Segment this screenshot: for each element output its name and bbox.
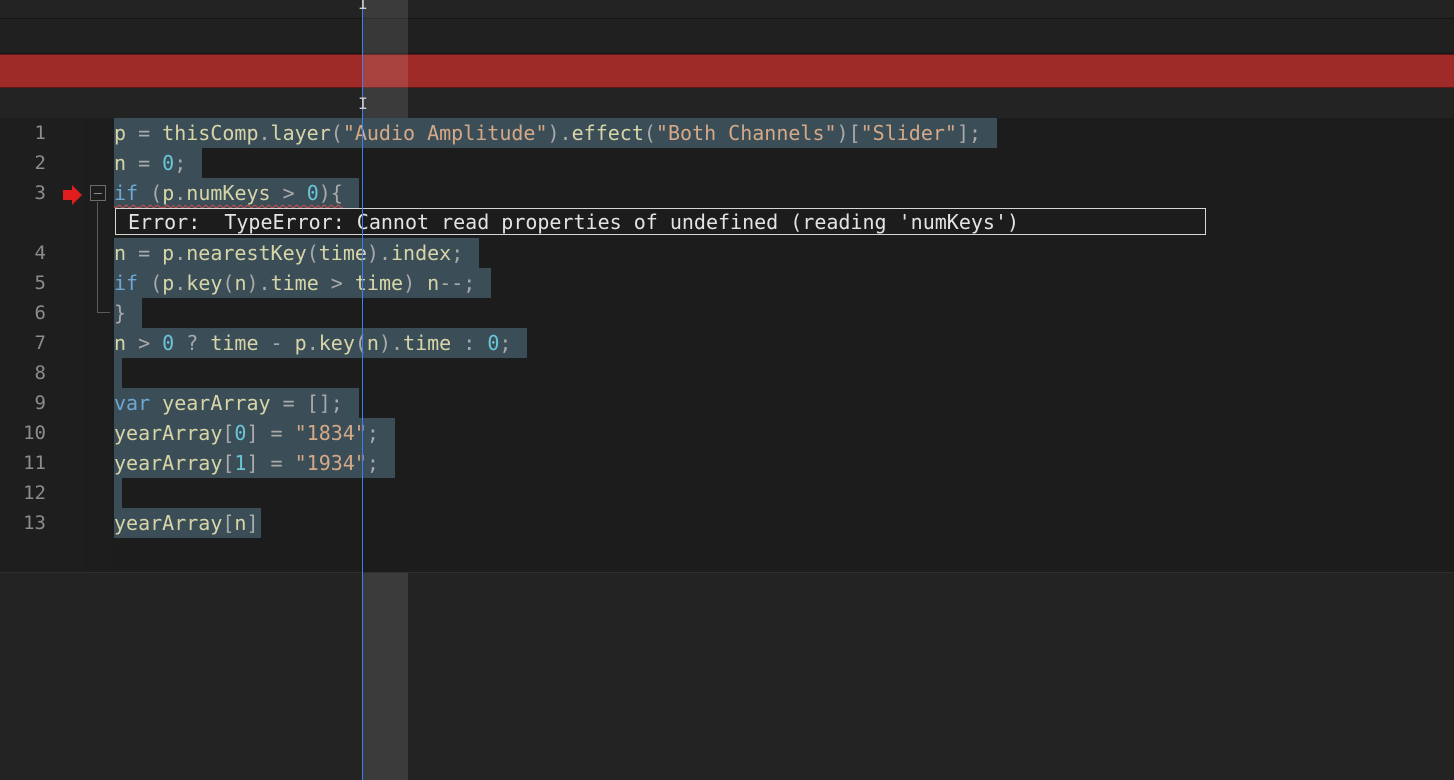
- code-text[interactable]: n > 0 ? time - p.key(n).time : 0;: [114, 328, 528, 358]
- line-number: 13: [23, 512, 46, 534]
- line-number: 4: [34, 242, 46, 264]
- line-number: 6: [34, 302, 46, 324]
- code-text[interactable]: yearArray[n]: [114, 508, 261, 538]
- line-number: 8: [34, 362, 46, 384]
- line-number: 3: [34, 182, 46, 204]
- line-number: 2: [34, 152, 46, 174]
- code-line[interactable]: 1 p = thisComp.layer("Audio Amplitude").…: [0, 118, 1454, 148]
- code-line[interactable]: 6 }: [0, 298, 1454, 328]
- code-line[interactable]: 4 n = p.nearestKey(time).index;: [0, 238, 1454, 268]
- line-number: 9: [34, 392, 46, 414]
- playhead-line[interactable]: [362, 0, 363, 780]
- code-text[interactable]: }: [114, 298, 143, 328]
- code-text[interactable]: n = 0;: [114, 148, 203, 178]
- code-text[interactable]: if (p.key(n).time > time) n--;: [114, 268, 492, 298]
- timeline-track-top: [0, 0, 1454, 19]
- code-line[interactable]: 12: [0, 478, 1454, 508]
- code-line[interactable]: 2 n = 0;: [0, 148, 1454, 178]
- code-line[interactable]: 7 n > 0 ? time - p.key(n).time : 0;: [0, 328, 1454, 358]
- code-text[interactable]: [114, 478, 122, 508]
- line-number: 10: [23, 422, 46, 444]
- code-text[interactable]: [114, 358, 122, 388]
- timeline-track-empty: [0, 19, 1454, 54]
- code-text[interactable]: yearArray[0] = "1834";: [114, 418, 395, 448]
- code-line[interactable]: 5 if (p.key(n).time > time) n--;: [0, 268, 1454, 298]
- code-line[interactable]: 13 yearArray[n]: [0, 508, 1454, 538]
- code-line[interactable]: 8: [0, 358, 1454, 388]
- ibeam-cursor-icon: I: [358, 94, 368, 113]
- line-number: 11: [23, 452, 46, 474]
- code-line[interactable]: 9 var yearArray = [];: [0, 388, 1454, 418]
- timeline-track-empty-2: [0, 88, 1454, 118]
- code-text[interactable]: p = thisComp.layer("Audio Amplitude").ef…: [114, 118, 998, 148]
- timeline-layer-bar[interactable]: [0, 54, 1454, 88]
- code-text[interactable]: n = p.nearestKey(time).index;: [114, 238, 480, 268]
- code-text[interactable]: var yearArray = [];: [114, 388, 359, 418]
- line-number: 1: [34, 122, 46, 144]
- code-line[interactable]: 10 yearArray[0] = "1834";: [0, 418, 1454, 448]
- code-line[interactable]: 11 yearArray[1] = "1934";: [0, 448, 1454, 478]
- line-number: 7: [34, 332, 46, 354]
- code-text[interactable]: if (p.numKeys > 0){: [114, 178, 359, 208]
- line-number: 12: [23, 482, 46, 504]
- code-text[interactable]: yearArray[1] = "1934";: [114, 448, 395, 478]
- expression-editor[interactable]: 1 p = thisComp.layer("Audio Amplitude").…: [0, 118, 1454, 573]
- error-message: Error: TypeError: Cannot read properties…: [115, 208, 1206, 235]
- ibeam-cursor-icon: I: [358, 0, 368, 13]
- line-number: 5: [34, 272, 46, 294]
- code-line[interactable]: 3 if (p.numKeys > 0){: [0, 178, 1454, 208]
- error-arrow-icon[interactable]: [61, 184, 83, 206]
- fold-collapse-icon[interactable]: [90, 185, 106, 201]
